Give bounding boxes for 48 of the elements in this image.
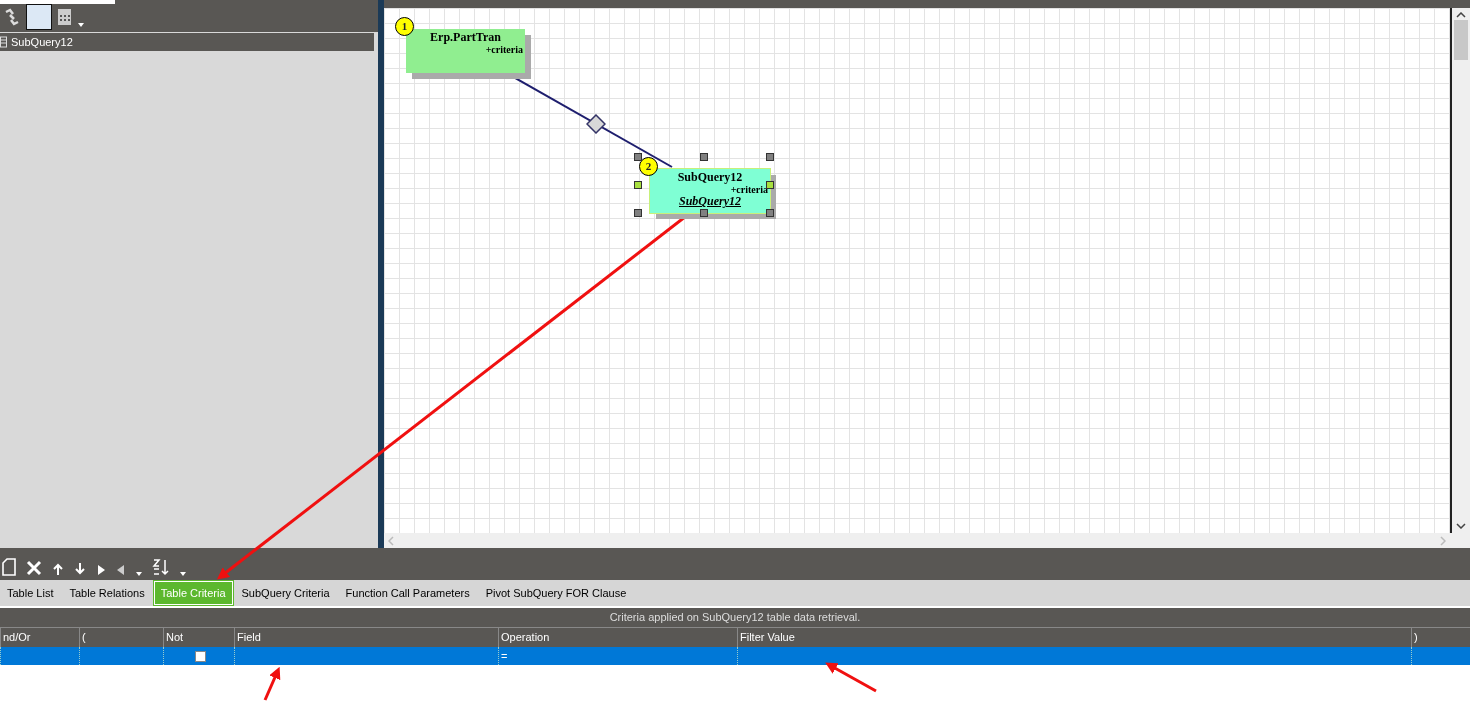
resize-handle[interactable] — [766, 153, 774, 161]
caret-icon[interactable] — [78, 23, 84, 27]
column-header[interactable]: nd/Or — [0, 627, 79, 647]
table-cell[interactable] — [79, 647, 163, 665]
triangle-right-icon[interactable] — [96, 564, 106, 576]
column-header[interactable]: ( — [79, 627, 163, 647]
resize-handle[interactable] — [634, 153, 642, 161]
checkbox[interactable] — [194, 650, 206, 662]
resize-handle[interactable] — [634, 209, 642, 217]
table-view-button[interactable] — [26, 4, 52, 30]
tab[interactable]: SubQuery Criteria — [234, 580, 337, 606]
arrow-up-icon[interactable] — [52, 562, 64, 576]
resize-handle[interactable] — [766, 181, 774, 189]
criteria-caption: Criteria applied on SubQuery12 table data retrieval. — [0, 608, 1470, 627]
table-cell[interactable] — [1411, 647, 1470, 665]
relation-diamond[interactable] — [586, 114, 606, 134]
resize-handle[interactable] — [700, 153, 708, 161]
tab[interactable]: Table Relations — [62, 580, 152, 606]
node-number: 1 — [395, 17, 414, 36]
tree-item[interactable]: SubQuery12 — [11, 33, 73, 51]
calculator-icon[interactable] — [56, 7, 74, 27]
new-page-icon[interactable] — [2, 558, 16, 576]
resize-handle[interactable] — [700, 209, 708, 217]
column-header[interactable]: Filter Value — [737, 627, 1411, 647]
scrollbar-thumb[interactable] — [1454, 20, 1468, 60]
caret-icon[interactable] — [180, 572, 186, 576]
column-header[interactable]: Not — [163, 627, 234, 647]
table-cell[interactable] — [737, 647, 1411, 665]
column-header[interactable]: Operation — [498, 627, 737, 647]
scroll-up-icon[interactable] — [1456, 12, 1466, 18]
caret-icon[interactable] — [136, 572, 142, 576]
tab[interactable]: Pivot SubQuery FOR Clause — [478, 580, 634, 606]
table-cell[interactable] — [234, 647, 498, 665]
column-header[interactable]: ) — [1411, 627, 1470, 647]
annotation-arrow — [824, 661, 878, 693]
tab[interactable]: Table List — [0, 580, 61, 606]
arrow-down-icon[interactable] — [74, 562, 86, 576]
triangle-left-icon[interactable] — [116, 564, 126, 576]
table-cell[interactable] — [0, 647, 79, 665]
tab[interactable]: Function Call Parameters — [338, 580, 477, 606]
scroll-down-icon[interactable] — [1456, 523, 1466, 529]
resize-handle[interactable] — [634, 181, 642, 189]
resize-handle[interactable] — [766, 209, 774, 217]
table-icon — [0, 36, 8, 48]
close-icon[interactable] — [26, 560, 42, 576]
column-header[interactable]: Field — [234, 627, 498, 647]
sort-icon[interactable] — [152, 558, 170, 576]
table-cell-text: = — [501, 648, 508, 664]
